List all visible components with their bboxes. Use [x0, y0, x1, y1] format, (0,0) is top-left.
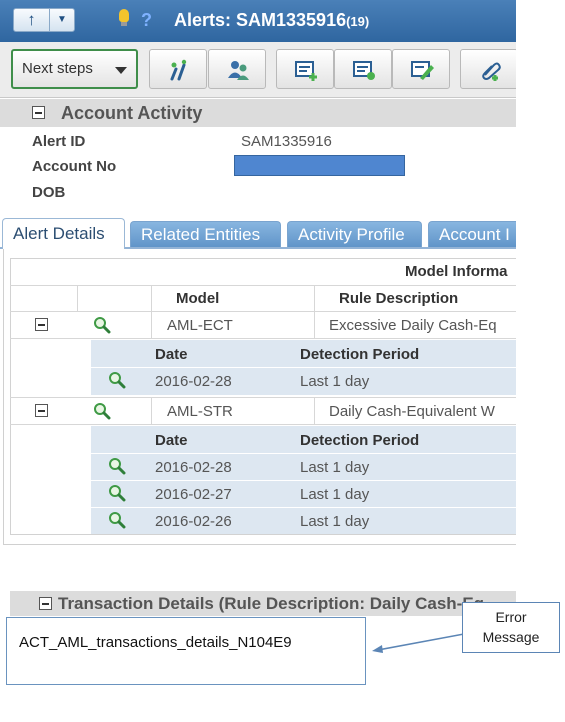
callout-line: Error — [495, 609, 527, 625]
magnifier-icon[interactable] — [93, 316, 111, 334]
column-header-model[interactable]: Model — [176, 290, 219, 307]
lightbulb-icon[interactable] — [119, 9, 129, 26]
tab-related-entities[interactable]: Related Entities — [130, 221, 281, 248]
model-cell: AML-ECT — [167, 317, 233, 334]
detection-period-cell: Last 1 day — [300, 373, 370, 390]
alert-id-value: SAM1335916 — [241, 133, 332, 150]
callout-line: Message — [482, 629, 540, 645]
grid-divider — [151, 311, 152, 338]
grid-divider — [151, 397, 152, 424]
grid-divider — [151, 285, 152, 311]
add-note-icon — [295, 61, 317, 81]
collapse-icon[interactable] — [35, 404, 48, 417]
assign-users-button[interactable] — [208, 49, 266, 89]
error-message-text: ACT_AML_transactions_details_N104E9 — [19, 634, 292, 651]
magnifier-icon[interactable] — [108, 371, 126, 389]
add-note-button[interactable] — [276, 49, 334, 89]
subgrid-divider — [91, 507, 516, 508]
grid-divider — [314, 397, 315, 424]
collapse-icon[interactable] — [39, 597, 52, 610]
escalate-button[interactable] — [149, 49, 207, 89]
navigation-dropdown-icon[interactable]: ▼ — [50, 9, 74, 31]
grid-divider — [10, 311, 516, 312]
magnifier-icon[interactable] — [93, 402, 111, 420]
transaction-details-header: Transaction Details (Rule Description: D… — [10, 591, 516, 616]
alert-screen: ↑ ▼ ? Alerts: SAM1335916(19) Next steps — [0, 0, 516, 550]
column-header-date[interactable]: Date — [155, 432, 188, 449]
detection-period-cell: Last 1 day — [300, 513, 370, 530]
callout-arrow-icon — [372, 633, 465, 653]
alert-id-label: Alert ID — [32, 133, 86, 150]
magnifier-icon[interactable] — [108, 511, 126, 529]
page-title: Alerts: SAM1335916(19) — [174, 9, 369, 33]
account-activity-header: Account Activity — [0, 99, 516, 127]
next-steps-label: Next steps — [22, 60, 93, 77]
date-cell: 2016-02-28 — [155, 459, 232, 476]
detection-period-cell: Last 1 day — [300, 459, 370, 476]
date-cell: 2016-02-26 — [155, 513, 232, 530]
model-info-group-header: Model Informa — [405, 263, 508, 280]
evidence-icon — [353, 61, 375, 80]
subgrid-divider — [91, 453, 516, 454]
grid-divider — [10, 424, 516, 425]
magnifier-icon[interactable] — [108, 457, 126, 475]
date-cell: 2016-02-28 — [155, 373, 232, 390]
column-header-rule-description[interactable]: Rule Description — [339, 290, 458, 307]
account-no-label: Account No — [32, 158, 117, 175]
collapse-icon[interactable] — [32, 106, 45, 119]
grid-divider — [77, 285, 78, 311]
dob-label: DOB — [32, 184, 66, 201]
column-header-detection-period[interactable]: Detection Period — [300, 432, 419, 449]
grid-divider — [314, 311, 315, 338]
date-cell: 2016-02-27 — [155, 486, 232, 503]
toolbar: Next steps — [0, 42, 516, 98]
subgrid-divider — [91, 367, 516, 368]
help-icon[interactable]: ? — [141, 9, 152, 31]
rule-description-cell: Excessive Daily Cash-Eq — [329, 317, 497, 334]
grid-divider — [10, 338, 516, 339]
tab-account[interactable]: Account I — [428, 221, 516, 248]
rule-description-cell: Daily Cash-Equivalent W — [329, 403, 495, 420]
edit-icon — [411, 61, 434, 80]
transaction-details-title: Transaction Details (Rule Description: D… — [58, 594, 485, 613]
detection-period-cell: Last 1 day — [300, 486, 370, 503]
tab-alert-details[interactable]: Alert Details — [2, 218, 125, 249]
next-steps-button[interactable]: Next steps — [11, 49, 138, 89]
column-header-detection-period[interactable]: Detection Period — [300, 346, 419, 363]
tab-activity-profile[interactable]: Activity Profile — [287, 221, 422, 248]
caret-down-icon — [115, 67, 127, 74]
column-header-date[interactable]: Date — [155, 346, 188, 363]
title-bar: ↑ ▼ ? Alerts: SAM1335916(19) — [0, 0, 516, 42]
escalate-icon — [170, 59, 187, 81]
model-cell: AML-STR — [167, 403, 233, 420]
collapse-icon[interactable] — [35, 318, 48, 331]
grid-divider — [314, 285, 315, 311]
account-activity-title: Account Activity — [61, 103, 203, 123]
edit-button[interactable] — [392, 49, 450, 89]
attach-button[interactable] — [460, 49, 516, 89]
account-no-redacted — [234, 155, 405, 176]
navigation-split-button[interactable]: ↑ ▼ — [13, 8, 75, 32]
subgrid-divider — [91, 480, 516, 481]
grid-divider — [10, 397, 516, 398]
evidence-button[interactable] — [334, 49, 392, 89]
error-callout: Error Message — [462, 602, 560, 653]
error-message-box: ACT_AML_transactions_details_N104E9 — [6, 617, 366, 685]
app-root: ↑ ▼ ? Alerts: SAM1335916(19) Next steps — [0, 0, 565, 722]
attach-icon — [482, 62, 501, 81]
grid-divider — [10, 285, 516, 286]
navigate-up-icon[interactable]: ↑ — [14, 9, 50, 31]
alert-title: Alerts: SAM1335916 — [174, 10, 347, 30]
assign-users-icon — [228, 61, 249, 80]
alert-count: (19) — [346, 14, 370, 29]
magnifier-icon[interactable] — [108, 484, 126, 502]
